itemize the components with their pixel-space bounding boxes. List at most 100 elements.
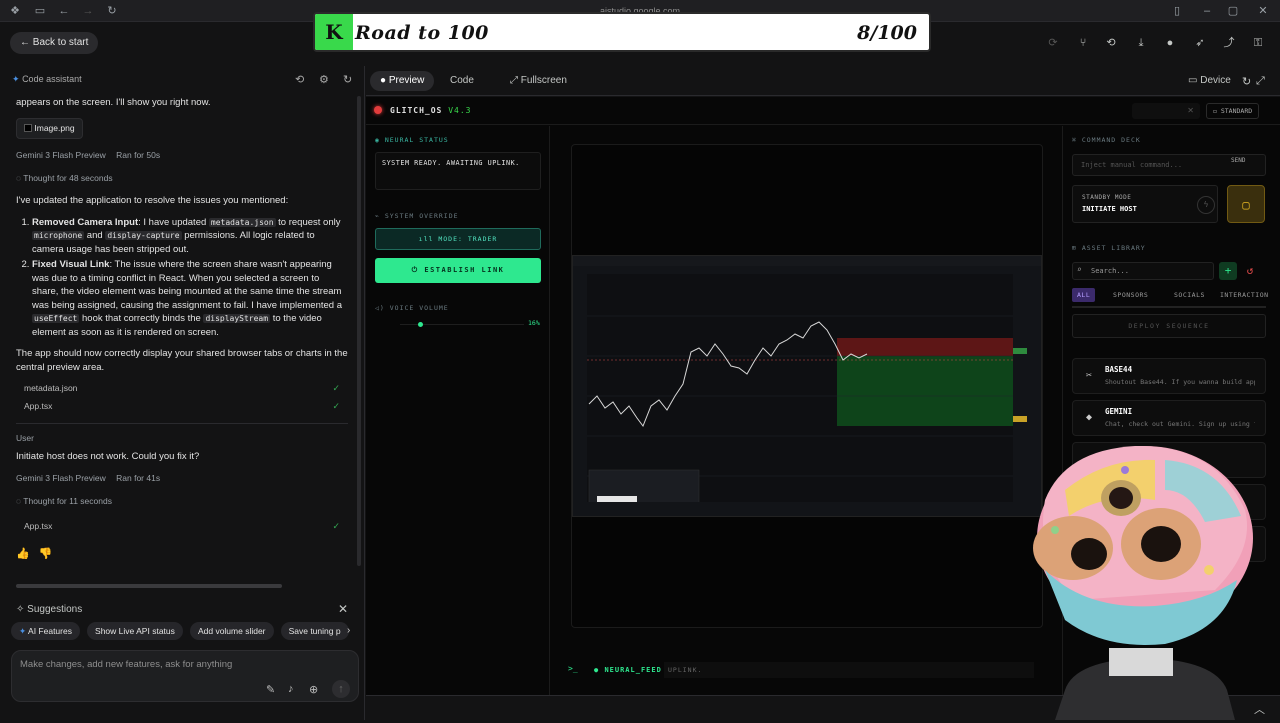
- add-asset-button[interactable]: +: [1219, 262, 1237, 280]
- label-text: SYSTEM OVERRIDE: [384, 212, 459, 220]
- file-row[interactable]: App.tsx ✓: [16, 398, 348, 416]
- microphone-icon[interactable]: ♪: [288, 683, 294, 695]
- asset-tab-all[interactable]: ALL: [1072, 288, 1096, 302]
- share-icon[interactable]: ⤴: [1222, 36, 1236, 50]
- user-message: Initiate host does not work. Could you f…: [16, 450, 200, 462]
- thought-duration: Thought for 48 seconds: [23, 172, 113, 183]
- tab-code[interactable]: Code: [440, 71, 484, 91]
- item-text: hook that correctly binds the: [79, 313, 204, 324]
- standby-mode-card[interactable]: STANDBY MODE INITIATE HOST ϟ: [1072, 185, 1218, 223]
- back-to-start-button[interactable]: ← Back to start: [10, 32, 99, 54]
- api-key-icon[interactable]: ⚿: [1251, 36, 1265, 50]
- expand-icon: ⤢: [510, 75, 518, 86]
- app-topbar: GLITCH_OS V4.3 ✕ ▭ STANDARD: [366, 97, 1280, 125]
- reload-preview-icon[interactable]: ↻: [1242, 75, 1251, 88]
- chevron-right-icon[interactable]: ›: [347, 625, 350, 636]
- chip-save-tuning[interactable]: Save tuning p: [280, 622, 349, 640]
- chip-label: AI Features: [28, 626, 72, 636]
- search-icon: ⌕: [1077, 265, 1082, 274]
- minimize-icon[interactable]: –: [1200, 4, 1214, 18]
- feed-label-text: NEURAL_FEED: [604, 666, 662, 674]
- maximize-icon[interactable]: ▢: [1226, 4, 1240, 18]
- message-text: The app should now correctly display you…: [16, 348, 348, 373]
- tab-preview[interactable]: ● Preview: [370, 71, 435, 91]
- mode-trader-button[interactable]: ıll MODE: TRADER: [375, 228, 541, 250]
- device-button[interactable]: ▭ Device: [1178, 71, 1241, 91]
- history-icon[interactable]: ⟲: [1104, 36, 1118, 50]
- refresh-icon[interactable]: ↻: [343, 73, 352, 86]
- feedback-row: 👍 👎: [16, 548, 348, 562]
- add-icon[interactable]: ⊕: [309, 683, 318, 696]
- mute-icon[interactable]: ✕: [1132, 103, 1200, 119]
- label-text: NEURAL STATUS: [384, 136, 449, 144]
- changed-files: metadata.json ✓ App.tsx ✓: [16, 380, 348, 415]
- file-row[interactable]: App.tsx ✓: [16, 518, 348, 536]
- chip-live-api-status[interactable]: Show Live API status: [87, 622, 183, 640]
- asset-search-input[interactable]: Search...: [1072, 262, 1214, 280]
- asset-tab-socials[interactable]: SOCIALS: [1169, 288, 1210, 302]
- establish-link-button[interactable]: ⏻ ESTABLISH LINK: [375, 258, 541, 283]
- list-item: Removed Camera Input: I have updated met…: [32, 216, 348, 257]
- close-icon[interactable]: ✕: [338, 602, 348, 616]
- asset-tab-interaction[interactable]: INTERACTION: [1215, 288, 1274, 302]
- deploy-sequence-button[interactable]: DEPLOY SEQUENCE: [1072, 314, 1266, 338]
- asset-tab-sponsors[interactable]: SPONSORS: [1108, 288, 1153, 302]
- file-name: metadata.json: [24, 383, 78, 393]
- mask-avatar-image: [1033, 445, 1253, 720]
- file-name: App.tsx: [24, 400, 53, 411]
- banner-letter: K: [315, 14, 353, 50]
- magic-edit-icon[interactable]: ✎: [266, 683, 275, 696]
- history-icon[interactable]: ⟲: [295, 73, 304, 86]
- thumbs-up-icon[interactable]: 👍: [16, 548, 30, 560]
- reset-icon[interactable]: ↺: [1241, 262, 1259, 280]
- app-menu-icon[interactable]: ❖: [8, 4, 22, 18]
- deploy-rocket-icon[interactable]: ➶: [1193, 36, 1207, 50]
- forward-arrow-icon[interactable]: →: [81, 4, 95, 18]
- chat-title-text: Code assistant: [22, 74, 82, 84]
- reload-icon[interactable]: ↻: [105, 4, 119, 18]
- chip-ai-features[interactable]: ✦ AI Features: [11, 622, 80, 640]
- horizontal-scrollbar[interactable]: [16, 584, 282, 588]
- banner-title: Road to 100: [355, 22, 489, 44]
- item-title: Removed Camera Input: [32, 216, 139, 228]
- tab-fullscreen[interactable]: ⤢ Fullscreen: [500, 71, 577, 91]
- thought-toggle[interactable]: ◌ Thought for 48 seconds: [16, 172, 348, 186]
- chat-bubble-icon[interactable]: ▢: [1227, 185, 1265, 223]
- power-icon: ⏻: [411, 266, 419, 274]
- download-icon[interactable]: ⤓: [1134, 36, 1148, 50]
- feed-text: UPLINK.: [664, 662, 1034, 678]
- back-arrow-icon[interactable]: ←: [57, 4, 71, 18]
- standard-mode-button[interactable]: ▭ STANDARD: [1206, 103, 1260, 119]
- close-window-icon[interactable]: ✕: [1256, 4, 1270, 18]
- tab-scrollbar[interactable]: [1072, 306, 1266, 308]
- composer-placeholder: Make changes, add new features, ask for …: [20, 659, 233, 670]
- chat-messages[interactable]: appears on the screen. I'll show you rig…: [16, 96, 348, 596]
- volume-slider-thumb[interactable]: [417, 322, 423, 327]
- monitor-icon: ▭: [1188, 75, 1198, 86]
- github-icon[interactable]: ●: [1163, 36, 1177, 50]
- split-view-icon[interactable]: ▯: [1170, 4, 1184, 18]
- streamer-avatar-overlay: [1005, 430, 1280, 720]
- vertical-scrollbar[interactable]: [357, 96, 361, 566]
- thumbs-down-icon[interactable]: 👎: [39, 548, 53, 560]
- chip-volume-slider[interactable]: Add volume slider: [189, 622, 274, 640]
- attachment-chip[interactable]: Image.png: [16, 117, 83, 139]
- check-circle-icon: ✓: [332, 383, 340, 393]
- lightning-icon[interactable]: ϟ: [1197, 196, 1215, 214]
- file-row[interactable]: metadata.json ✓: [16, 380, 348, 398]
- app-title: GLITCH_OS V4.3: [390, 106, 471, 115]
- arrow-left-icon: ←: [20, 37, 30, 48]
- chip-label: Show Live API status: [95, 626, 175, 636]
- bars-icon: ıll: [418, 235, 434, 243]
- shared-screen-video[interactable]: [572, 255, 1042, 517]
- sidebar-icon[interactable]: ▭: [33, 4, 47, 18]
- share-nodes-icon[interactable]: ⑂: [1076, 36, 1090, 50]
- tab-label: Fullscreen: [520, 75, 567, 86]
- asset-card-base44[interactable]: ✂ BASE44 Shoutout Base44. If you wanna b…: [1072, 358, 1266, 394]
- send-arrow-icon[interactable]: ↑: [332, 680, 350, 698]
- thought-toggle[interactable]: ◌ Thought for 11 seconds: [16, 495, 348, 509]
- send-command-button[interactable]: SEND: [1231, 157, 1245, 164]
- prompt-composer[interactable]: Make changes, add new features, ask for …: [11, 650, 359, 702]
- expand-icon[interactable]: ⤢: [1256, 75, 1265, 88]
- settings-gear-icon[interactable]: ⚙: [319, 73, 329, 86]
